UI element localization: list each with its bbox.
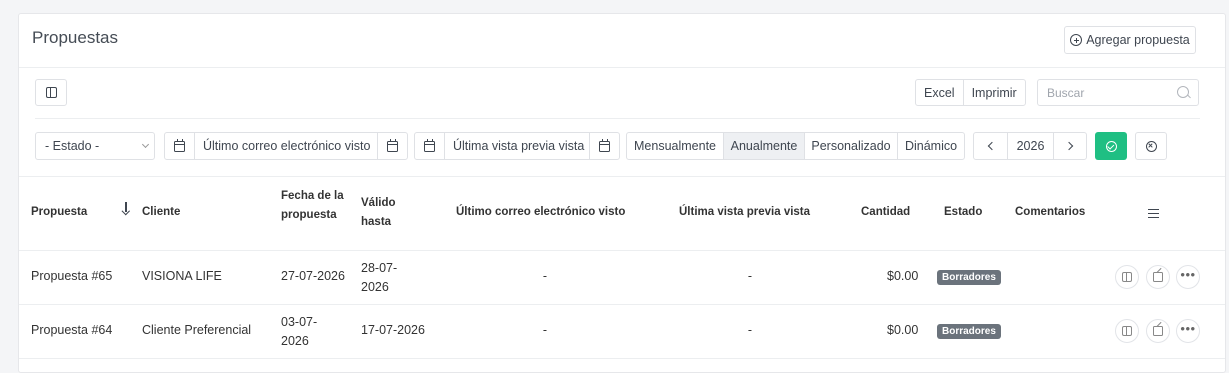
calendar-icon xyxy=(424,138,435,152)
column-header-last-preview[interactable]: Última vista previa vista xyxy=(679,203,821,222)
chevron-left-icon xyxy=(987,141,997,151)
search-placeholder: Buscar xyxy=(1047,85,1085,100)
menu-icon[interactable] xyxy=(1148,209,1159,218)
period-dynamic-button[interactable]: Dinámico xyxy=(897,133,964,159)
check-circle-icon xyxy=(1105,140,1117,152)
column-header-proposal-date[interactable]: Fecha de la propuesta xyxy=(281,187,345,225)
add-proposal-label: Agregar propuesta xyxy=(1086,33,1190,47)
ellipsis-icon: ••• xyxy=(1180,267,1196,282)
ellipsis-icon: ••• xyxy=(1180,321,1196,336)
page-title: Propuestas xyxy=(32,28,118,47)
view-button[interactable] xyxy=(1115,265,1139,289)
period-custom-button[interactable]: Personalizado xyxy=(804,133,897,159)
period-yearly-button[interactable]: Anualmente xyxy=(723,133,804,159)
search-input[interactable]: Buscar xyxy=(1037,79,1199,106)
column-header-amount[interactable]: Cantidad xyxy=(861,203,910,222)
columns-icon xyxy=(45,87,57,98)
period-selector: Mensualmente Anualmente Personalizado Di… xyxy=(626,132,965,160)
year-value: 2026 xyxy=(1007,133,1053,159)
toolbar-divider xyxy=(35,118,1200,119)
sort-desc-icon[interactable] xyxy=(122,202,130,214)
last-email-date-filter[interactable]: Último correo electrónico visto xyxy=(164,132,408,160)
panel-icon xyxy=(1122,272,1132,282)
status-select[interactable]: - Estado - xyxy=(35,132,155,160)
date-from-button[interactable] xyxy=(415,133,445,159)
calendar-icon xyxy=(599,138,610,152)
prev-year-button[interactable] xyxy=(974,133,1007,159)
status-badge: Borradores xyxy=(937,324,1001,339)
apply-filters-button[interactable] xyxy=(1095,132,1127,160)
last-email-value: - xyxy=(542,269,548,283)
year-navigator: 2026 xyxy=(973,132,1087,160)
external-link-icon xyxy=(1153,326,1163,336)
header-divider xyxy=(19,250,1225,251)
amount: $0.00 xyxy=(887,323,919,337)
status-badge: Borradores xyxy=(937,270,1001,285)
last-email-value: - xyxy=(542,323,548,337)
card-header: Propuestas Agregar propuesta xyxy=(19,14,1225,68)
last-email-filter-label: Último correo electrónico visto xyxy=(203,139,371,153)
next-year-button[interactable] xyxy=(1053,133,1086,159)
last-preview-date-filter[interactable]: Última vista previa vista xyxy=(414,132,620,160)
column-header-last-email[interactable]: Último correo electrónico visto xyxy=(456,203,634,222)
column-header-client[interactable]: Cliente xyxy=(142,203,180,222)
proposal-date: 27-07-2026 xyxy=(281,269,345,283)
column-header-proposal[interactable]: Propuesta xyxy=(31,203,87,222)
print-button[interactable]: Imprimir xyxy=(962,80,1025,105)
row-divider xyxy=(19,304,1225,305)
last-preview-value: - xyxy=(747,269,753,283)
search-icon xyxy=(1177,86,1189,98)
external-link-icon xyxy=(1153,272,1163,282)
chevron-right-icon xyxy=(1064,141,1073,151)
valid-until: 28-07-2026 xyxy=(361,261,398,294)
add-proposal-button[interactable]: Agregar propuesta xyxy=(1064,26,1196,54)
export-buttons: Excel Imprimir xyxy=(915,79,1026,106)
proposals-card: Propuestas Agregar propuesta Excel Impri… xyxy=(18,13,1226,373)
x-circle-icon xyxy=(1145,140,1157,152)
proposal-link[interactable]: Propuesta #65 xyxy=(31,267,112,286)
column-header-valid-until[interactable]: Válido hasta xyxy=(361,194,411,232)
client-link[interactable]: Cliente Preferencial xyxy=(142,321,251,340)
view-button[interactable] xyxy=(1115,319,1139,343)
calendar-icon xyxy=(174,138,185,152)
table-top-border xyxy=(19,176,1225,177)
row-divider xyxy=(19,358,1225,359)
valid-until: 17-07-2026 xyxy=(361,323,425,337)
amount: $0.00 xyxy=(887,269,919,283)
proposal-date: 03-07-2026 xyxy=(281,315,318,348)
status-select-value: - Estado - xyxy=(45,139,100,153)
open-external-button[interactable] xyxy=(1146,319,1170,343)
date-from-button[interactable] xyxy=(165,133,195,159)
date-to-button[interactable] xyxy=(589,133,619,159)
proposal-link[interactable]: Propuesta #64 xyxy=(31,321,112,340)
chevron-down-icon xyxy=(141,140,150,149)
panel-icon xyxy=(1122,326,1132,336)
more-options-button[interactable]: ••• xyxy=(1176,319,1200,343)
calendar-icon xyxy=(387,138,398,152)
client-link[interactable]: VISIONA LIFE xyxy=(142,267,222,286)
column-header-status[interactable]: Estado xyxy=(944,203,982,222)
column-header-comments[interactable]: Comentarios xyxy=(1015,203,1085,222)
last-preview-value: - xyxy=(747,323,753,337)
date-to-button[interactable] xyxy=(377,133,407,159)
more-options-button[interactable]: ••• xyxy=(1176,265,1200,289)
last-preview-filter-label: Última vista previa vista xyxy=(453,139,585,153)
open-external-button[interactable] xyxy=(1146,265,1170,289)
plus-circle-icon xyxy=(1070,34,1083,46)
excel-button[interactable]: Excel xyxy=(916,80,963,105)
clear-filters-button[interactable] xyxy=(1135,132,1167,160)
toggle-layout-button[interactable] xyxy=(35,79,67,106)
period-monthly-button[interactable]: Mensualmente xyxy=(627,133,723,159)
